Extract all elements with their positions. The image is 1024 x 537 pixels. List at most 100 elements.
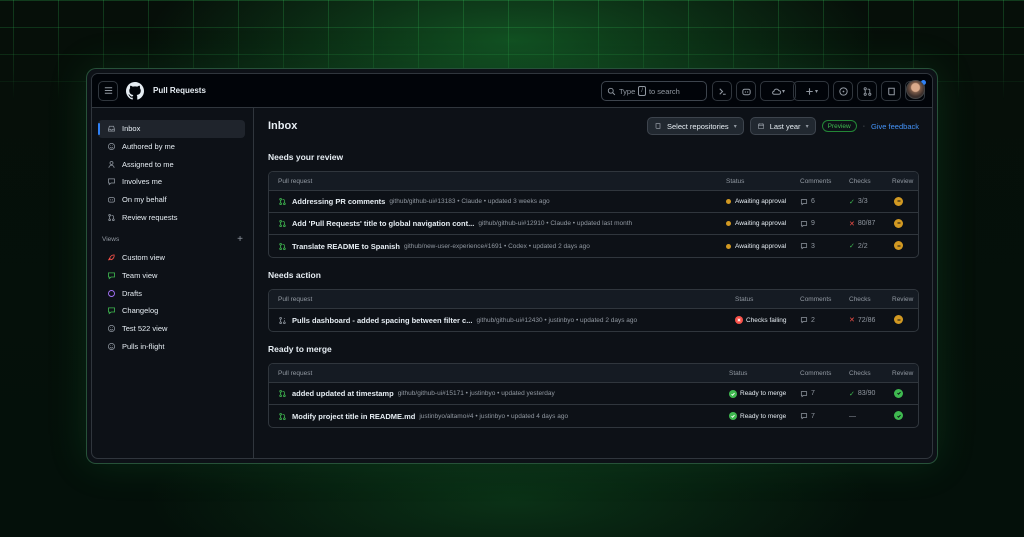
column-header-checks: Checks — [849, 369, 871, 377]
chevron-down-icon: ▾ — [733, 123, 737, 130]
pr-table: Pull request Status Comments Checks Review ad… — [268, 363, 919, 428]
pr-table: Pull request Status Comments Checks Review Pu… — [268, 289, 919, 332]
pr-title-link[interactable]: Translate README to Spanish — [292, 242, 400, 251]
pr-title-link[interactable]: added updated at timestamp — [292, 389, 394, 398]
table-row[interactable]: Modify project title in README.md justinb… — [269, 405, 918, 427]
check-icon: ✓ — [849, 243, 855, 250]
column-header-comments: Comments — [800, 369, 832, 377]
checks-cell: ✓ 3/3 — [849, 198, 868, 206]
x-circle-fill-icon — [735, 316, 743, 324]
status-cell: Ready to merge — [729, 412, 786, 420]
github-logo-icon[interactable] — [126, 81, 144, 100]
checks-count: 80/87 — [857, 220, 876, 227]
pr-cell[interactable]: Translate README to Spanish github/new-us… — [278, 242, 590, 251]
sidebar-item-involves-me[interactable]: Involves me — [98, 173, 245, 191]
status-label: Awaiting approval — [735, 242, 787, 250]
section-heading: Ready to merge — [268, 344, 332, 354]
pr-cell[interactable]: Modify project title in README.md justinb… — [278, 412, 568, 421]
table-row[interactable]: Addressing PR comments github/github-ui#1… — [269, 191, 918, 213]
give-feedback-link[interactable]: Give feedback — [871, 122, 919, 131]
git-pull-request-icon — [279, 242, 286, 250]
sidebar-item-inbox[interactable]: Inbox — [98, 120, 245, 138]
comments-cell: 7 — [800, 390, 815, 398]
table-row[interactable]: Translate README to Spanish github/new-us… — [269, 235, 918, 257]
sidebar-item-assigned-to-me[interactable]: Assigned to me — [98, 155, 245, 173]
select-repositories-button[interactable]: Select repositories ▾ — [646, 117, 744, 135]
repositories-button[interactable] — [881, 81, 901, 101]
select-repositories-label: Select repositories — [666, 121, 729, 131]
checks-count: — — [849, 412, 856, 420]
checks-cell: ✓ 83/90 — [849, 390, 875, 398]
copilot-button[interactable] — [736, 81, 756, 101]
sidebar-item-on-my-behalf[interactable]: On my behalf — [98, 191, 245, 209]
git-pull-request-icon — [863, 86, 871, 96]
pr-meta: github/github-ui#12430 • justinbyo • upd… — [476, 316, 638, 324]
date-range-button[interactable]: Last year ▾ — [749, 117, 816, 135]
column-header-review: Review — [892, 295, 914, 303]
comments-cell: 7 — [800, 412, 815, 420]
pr-meta: github/github-ui#13183 • Claude • update… — [389, 198, 550, 205]
sidebar-item-label: On my behalf — [122, 195, 167, 204]
copilot-controls: ▾ — [736, 81, 796, 101]
pr-table: Pull request Status Comments Checks Review Ad… — [268, 171, 919, 258]
sidebar-item-label: Authored by me — [122, 141, 175, 151]
comment-icon — [108, 178, 115, 186]
pr-title-link[interactable]: Modify project title in README.md — [292, 412, 415, 421]
menu-button[interactable] — [98, 80, 118, 101]
pr-title-link[interactable]: Pulls dashboard - added spacing between … — [292, 316, 472, 325]
create-new-button[interactable]: ▾ — [793, 81, 829, 101]
inbox-icon — [108, 126, 115, 132]
checks-count: 83/90 — [857, 390, 876, 397]
table-row[interactable]: Add 'Pull Requests' title to global navi… — [269, 213, 918, 235]
sidebar-view-pulls-in-flight[interactable]: Pulls in-flight — [98, 338, 245, 356]
review-approved-icon — [894, 411, 903, 421]
add-view-button[interactable]: + — [237, 234, 243, 245]
page-title: Pull Requests — [153, 86, 206, 95]
comments-cell: 2 — [800, 316, 815, 324]
pr-cell[interactable]: Add 'Pull Requests' title to global navi… — [278, 219, 632, 228]
avatar[interactable] — [906, 80, 925, 99]
global-header: Pull Requests Type / to search ▾ ▾ — [92, 74, 932, 108]
column-header-review: Review — [892, 369, 914, 377]
comment-icon — [800, 317, 808, 324]
status-label: Ready to merge — [740, 412, 787, 420]
sidebar-item-review-requests[interactable]: Review requests — [98, 208, 245, 226]
sidebar-item-authored-by-me[interactable]: Authored by me — [98, 138, 245, 156]
hamburger-icon — [104, 87, 112, 94]
pr-cell[interactable]: Pulls dashboard - added spacing between … — [278, 316, 637, 325]
sidebar-view-drafts[interactable]: Drafts — [98, 285, 245, 303]
issues-button[interactable] — [833, 81, 853, 101]
comments-cell: 6 — [800, 198, 815, 206]
pr-title-link[interactable]: Addressing PR comments — [292, 197, 385, 206]
search-input[interactable]: Type / to search — [601, 81, 707, 101]
sidebar-item-label: Custom view — [122, 253, 165, 263]
sidebar-item-label: Team view — [122, 271, 158, 281]
pr-cell[interactable]: Addressing PR comments github/github-ui#1… — [278, 197, 550, 206]
pull-requests-button[interactable] — [857, 81, 877, 101]
git-pull-request-icon — [279, 389, 286, 398]
pr-title-link[interactable]: Add 'Pull Requests' title to global navi… — [292, 219, 474, 228]
comments-count: 7 — [811, 412, 815, 420]
pr-cell[interactable]: added updated at timestamp github/github-… — [278, 389, 555, 398]
table-header: Pull request Status Comments Checks Review — [269, 172, 918, 191]
dash-circle-fill-icon — [894, 218, 903, 228]
sidebar-view-custom-view[interactable]: Custom view — [98, 249, 245, 267]
column-header-status: Status — [726, 177, 745, 185]
copilot-menu-button[interactable]: ▾ — [760, 81, 796, 101]
command-palette-button[interactable] — [712, 81, 732, 101]
rocket-icon — [108, 254, 115, 261]
review-pending-icon — [894, 196, 903, 207]
comments-count: 2 — [811, 316, 815, 324]
git-pull-request-draft-icon — [279, 316, 286, 324]
sidebar-item-label: Test 522 view — [122, 324, 168, 334]
column-header-review: Review — [892, 177, 914, 185]
chevron-down-icon: ▾ — [814, 88, 818, 95]
table-row[interactable]: added updated at timestamp github/github-… — [269, 383, 918, 405]
sidebar-view-changelog[interactable]: Changelog — [98, 302, 245, 320]
sidebar-view-team-view[interactable]: Team view — [98, 267, 245, 285]
git-pull-request-icon — [108, 213, 115, 221]
table-row[interactable]: Pulls dashboard - added spacing between … — [269, 309, 918, 331]
comments-count: 6 — [811, 198, 815, 205]
sidebar-view-test-522-view[interactable]: Test 522 view — [98, 320, 245, 338]
review-approved-icon — [894, 388, 903, 399]
